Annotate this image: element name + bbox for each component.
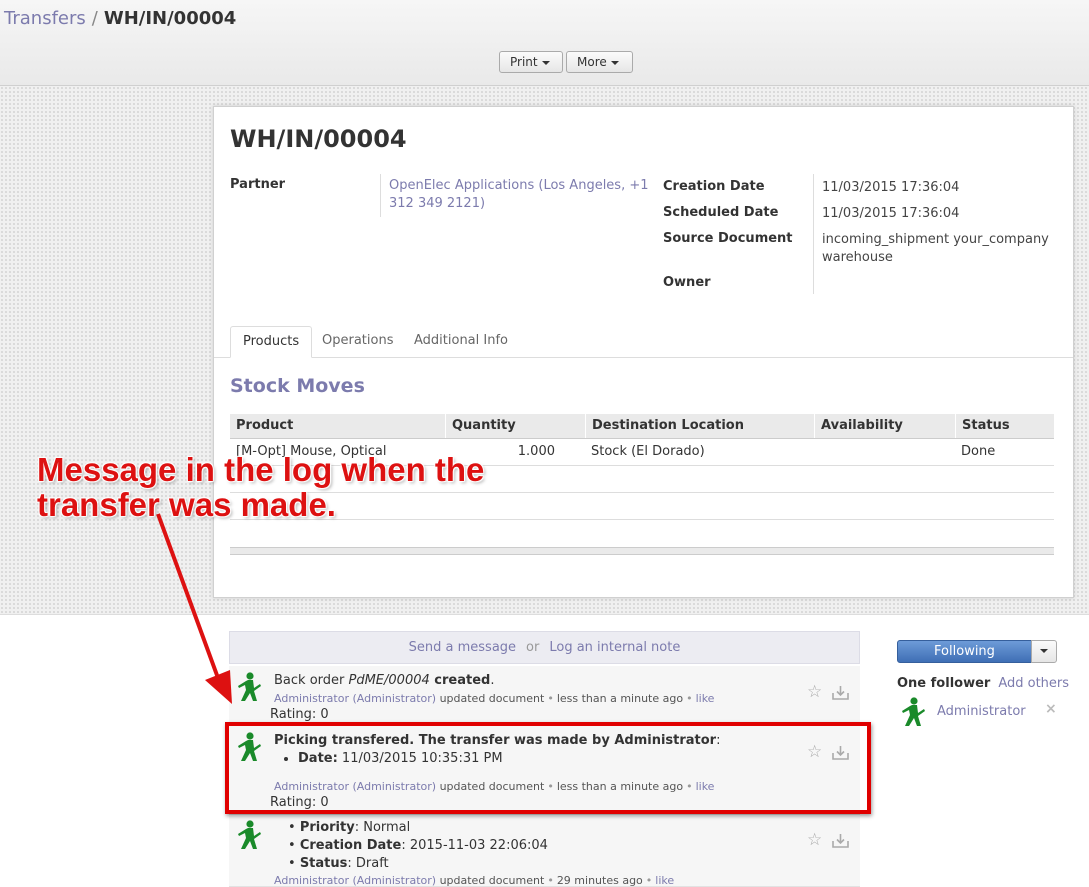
send-message-link[interactable]: Send a message (409, 640, 516, 655)
creation-date-value: 11/03/2015 17:36:04 (822, 180, 960, 195)
column-header-product[interactable]: Product (230, 414, 445, 438)
annotation-text: Message in the log when the transfer was… (37, 452, 484, 522)
message-text-italic: PdME/00004 (348, 673, 430, 688)
follower-name-link[interactable]: Administrator (937, 704, 1026, 719)
following-dropdown[interactable] (1031, 640, 1057, 663)
like-link[interactable]: like (696, 692, 715, 705)
message-rating: Rating: 0 (270, 707, 329, 722)
message-time: less than a minute ago (556, 692, 684, 705)
breadcrumb-current: WH/IN/00004 (103, 8, 237, 29)
message-meta: Administrator (Administrator) updated do… (274, 874, 675, 887)
bullet-value: : Draft (347, 856, 389, 871)
message-body: Back order PdME/00004 created. (274, 673, 494, 688)
record-title: WH/IN/00004 (230, 125, 407, 153)
column-header-quantity[interactable]: Quantity (445, 414, 585, 438)
partner-label: Partner (230, 177, 286, 192)
caret-down-icon (610, 60, 619, 65)
stock-moves-title: Stock Moves (230, 375, 365, 397)
bullet-label: Priority (299, 820, 355, 835)
follower-item: Administrator × (897, 697, 1057, 731)
source-document-line1: incoming_shipment your_company (822, 232, 1049, 247)
download-icon[interactable] (831, 832, 850, 849)
creation-date-label: Creation Date (663, 179, 765, 194)
more-button[interactable]: More (566, 51, 633, 73)
tab-additional-info[interactable]: Additional Info (402, 326, 520, 357)
table-footer (230, 547, 1054, 555)
add-others-link[interactable]: Add others (998, 676, 1069, 691)
annotation-line1: Message in the log when the (37, 451, 485, 488)
message-action: updated document (439, 692, 545, 705)
annotation-arrow (156, 513, 232, 704)
message-author-link[interactable]: Administrator (Administrator) (274, 874, 436, 887)
followers-header: One follower Add others (897, 676, 1069, 691)
green-man-icon (899, 697, 927, 727)
followers-count: One follower (897, 676, 991, 691)
star-icon[interactable]: ☆ (807, 682, 822, 702)
star-icon[interactable]: ☆ (807, 830, 822, 850)
list-item: • Status: Draft (288, 856, 389, 871)
column-header-destination[interactable]: Destination Location (585, 414, 814, 438)
scheduled-date-value: 11/03/2015 17:36:04 (822, 206, 960, 221)
chatter-composer: Send a message or Log an internal note (229, 631, 860, 664)
caret-down-icon (1040, 648, 1048, 653)
message-text-bold: created (429, 673, 491, 688)
bullet-value: : 2015-11-03 22:06:04 (401, 838, 548, 853)
partner-field[interactable]: OpenElec Applications (Los Angeles, +1 3… (389, 177, 649, 213)
chatter-message: • Priority: Normal • Creation Date: 2015… (229, 816, 860, 887)
divider (813, 174, 814, 294)
list-item: • Creation Date: 2015-11-03 22:06:04 (288, 838, 548, 853)
list-item: • Priority: Normal (288, 820, 411, 835)
notebook-tabs: Products Operations Additional Info (214, 326, 1073, 358)
source-document-label: Source Document (663, 231, 793, 246)
scheduled-date-label: Scheduled Date (663, 205, 779, 220)
print-button-label: Print (510, 55, 538, 69)
breadcrumb: Transfers / WH/IN/00004 (4, 8, 236, 29)
annotation-line2: transfer was made. (37, 486, 336, 523)
highlight-box (225, 722, 871, 814)
cell-status: Done (961, 444, 996, 459)
log-note-link[interactable]: Log an internal note (549, 640, 680, 655)
download-icon[interactable] (831, 684, 850, 701)
tab-operations[interactable]: Operations (310, 326, 405, 357)
table-header: Product Quantity Destination Location Av… (230, 414, 1054, 439)
following-button[interactable]: Following (897, 640, 1032, 663)
source-document-line2: warehouse (822, 250, 893, 265)
bullet-label: Creation Date (299, 838, 402, 853)
divider (380, 174, 381, 217)
cell-destination: Stock (El Dorado) (591, 444, 705, 459)
bullet-label: Status (299, 856, 348, 871)
breadcrumb-separator: / (91, 8, 98, 29)
remove-follower-icon[interactable]: × (1045, 701, 1057, 717)
partner-value-line2: 312 349 2121) (389, 196, 486, 211)
column-header-status[interactable]: Status (955, 414, 1054, 438)
message-bullets: • Priority: Normal • Creation Date: 2015… (288, 819, 548, 873)
print-button[interactable]: Print (499, 51, 563, 73)
source-document-value: incoming_shipment your_company warehouse (822, 231, 1049, 267)
message-text-suffix: . (490, 673, 495, 688)
tab-products[interactable]: Products (230, 326, 313, 358)
breadcrumb-transfers-link[interactable]: Transfers (4, 8, 86, 29)
bullet-value: : Normal (354, 820, 411, 835)
message-action: updated document (439, 874, 545, 887)
owner-label: Owner (663, 275, 711, 290)
column-header-availability[interactable]: Availability (814, 414, 955, 438)
partner-value-line1: OpenElec Applications (Los Angeles, +1 (389, 178, 649, 193)
message-author-link[interactable]: Administrator (Administrator) (274, 692, 436, 705)
message-time: 29 minutes ago (556, 874, 643, 887)
cell-availability (814, 439, 955, 465)
green-man-icon (235, 820, 263, 850)
chatter-message: Back order PdME/00004 created. Administr… (229, 666, 860, 723)
message-text: Back order (274, 673, 349, 688)
message-meta: Administrator (Administrator) updated do… (274, 692, 715, 705)
top-bar: Transfers / WH/IN/00004 Print More (0, 0, 1089, 86)
composer-or: or (526, 640, 540, 655)
form-sheet: WH/IN/00004 Partner OpenElec Application… (213, 106, 1074, 598)
more-button-label: More (577, 55, 607, 69)
like-link[interactable]: like (655, 874, 674, 887)
caret-down-icon (541, 60, 550, 65)
